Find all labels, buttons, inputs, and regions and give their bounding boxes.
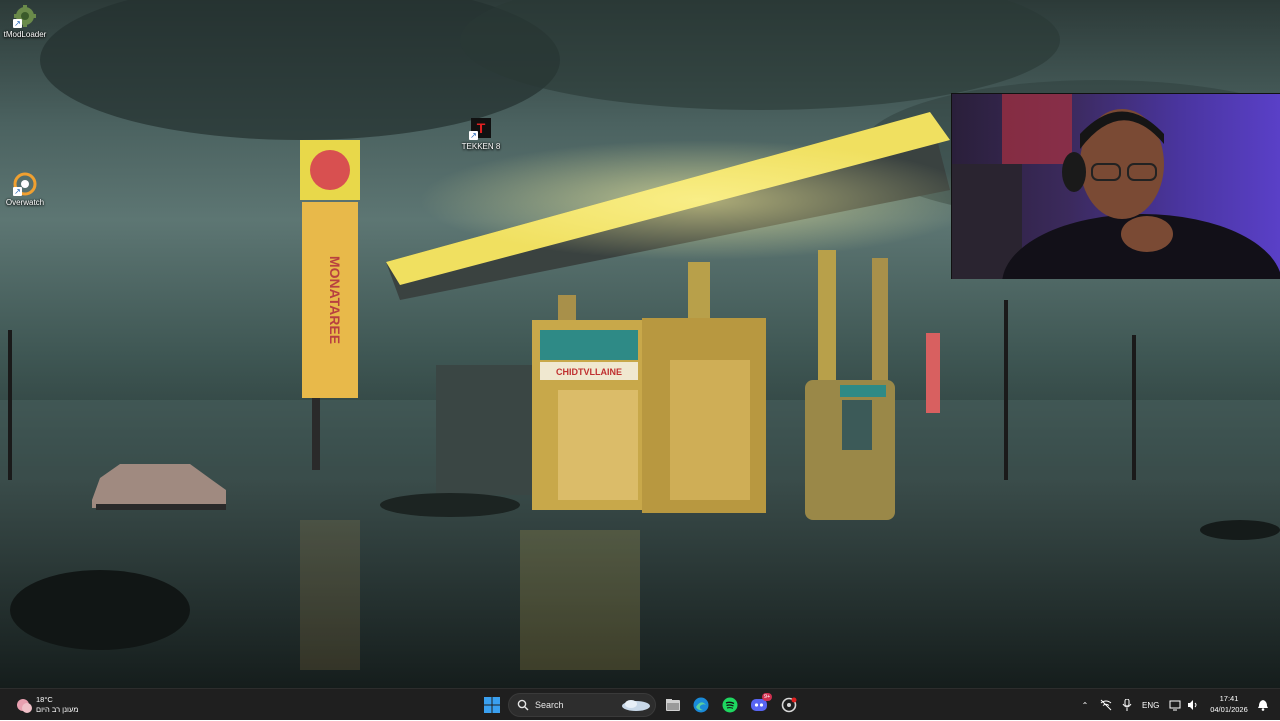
shortcut-arrow-icon: ↗ (13, 19, 22, 28)
taskbar-app[interactable] (778, 693, 800, 717)
microphone-icon[interactable] (1122, 699, 1132, 711)
shortcut-arrow-icon: ↗ (13, 187, 22, 196)
desktop-icon-tmodloader[interactable]: ↗ tModLoader (0, 4, 57, 40)
edge-icon (693, 697, 709, 713)
notifications-button[interactable] (1254, 693, 1272, 717)
webcam-overlay (951, 93, 1280, 279)
svg-text:CHIDTVLLAINE: CHIDTVLLAINE (556, 367, 622, 377)
weather-desc: מעונן רב היום (36, 705, 79, 714)
clock[interactable]: 17:41 04/01/2026 (1204, 693, 1254, 715)
network-off-icon[interactable] (1100, 699, 1112, 711)
desktop-icon-overwatch[interactable]: ↗ Overwatch (0, 172, 57, 208)
search-label: Search (535, 700, 564, 710)
desktop-icon-label: TEKKEN 8 (461, 142, 501, 151)
taskbar-edge[interactable] (690, 693, 712, 717)
tekken8-icon: T ↗ (469, 116, 493, 140)
file-explorer-icon (666, 699, 680, 711)
taskbar: 18°C מעונן רב היום Search 9+ ⌃ ENG 17:41… (0, 688, 1280, 720)
svg-text:MONATAREE: MONATAREE (327, 256, 343, 344)
chevron-up-icon[interactable]: ⌃ (1078, 701, 1092, 710)
display-icon[interactable] (1169, 699, 1181, 711)
clock-date: 04/01/2026 (1210, 705, 1248, 714)
desktop-icon-tekken8[interactable]: T ↗ TEKKEN 8 (449, 116, 513, 152)
search-highlight-icon (622, 700, 650, 711)
language-indicator[interactable]: ENG (1142, 701, 1159, 710)
taskbar-file-explorer[interactable] (662, 693, 684, 717)
clock-time: 17:41 (1219, 694, 1239, 703)
svg-text:T: T (477, 120, 486, 136)
taskbar-discord[interactable]: 9+ (749, 693, 773, 717)
shortcut-arrow-icon: ↗ (469, 131, 478, 140)
weather-widget[interactable]: 18°C מעונן רב היום (14, 692, 78, 718)
volume-icon[interactable] (1187, 699, 1199, 711)
weather-icon (17, 699, 32, 713)
system-tray: ⌃ ENG (1078, 689, 1199, 721)
bell-icon (1258, 700, 1268, 711)
discord-badge: 9+ (762, 693, 773, 701)
taskbar-spotify[interactable] (719, 693, 741, 717)
tmodloader-icon: ↗ (13, 4, 37, 28)
desktop-background: MONATAREE CHIDTVLLAINE ↗ tModLoader ↗ Ov… (0, 0, 1280, 688)
desktop-icon-label: Overwatch (5, 198, 45, 207)
overwatch-icon: ↗ (13, 172, 37, 196)
start-button[interactable] (480, 693, 504, 717)
webcam-feed (952, 94, 1280, 279)
spotify-icon (722, 697, 738, 713)
weather-temp: 18°C (36, 695, 53, 704)
search-box[interactable]: Search (508, 693, 656, 717)
search-icon (517, 699, 529, 711)
desktop-icon-label: tModLoader (3, 30, 47, 39)
windows-start-icon (484, 697, 500, 713)
app-icon (781, 697, 797, 713)
